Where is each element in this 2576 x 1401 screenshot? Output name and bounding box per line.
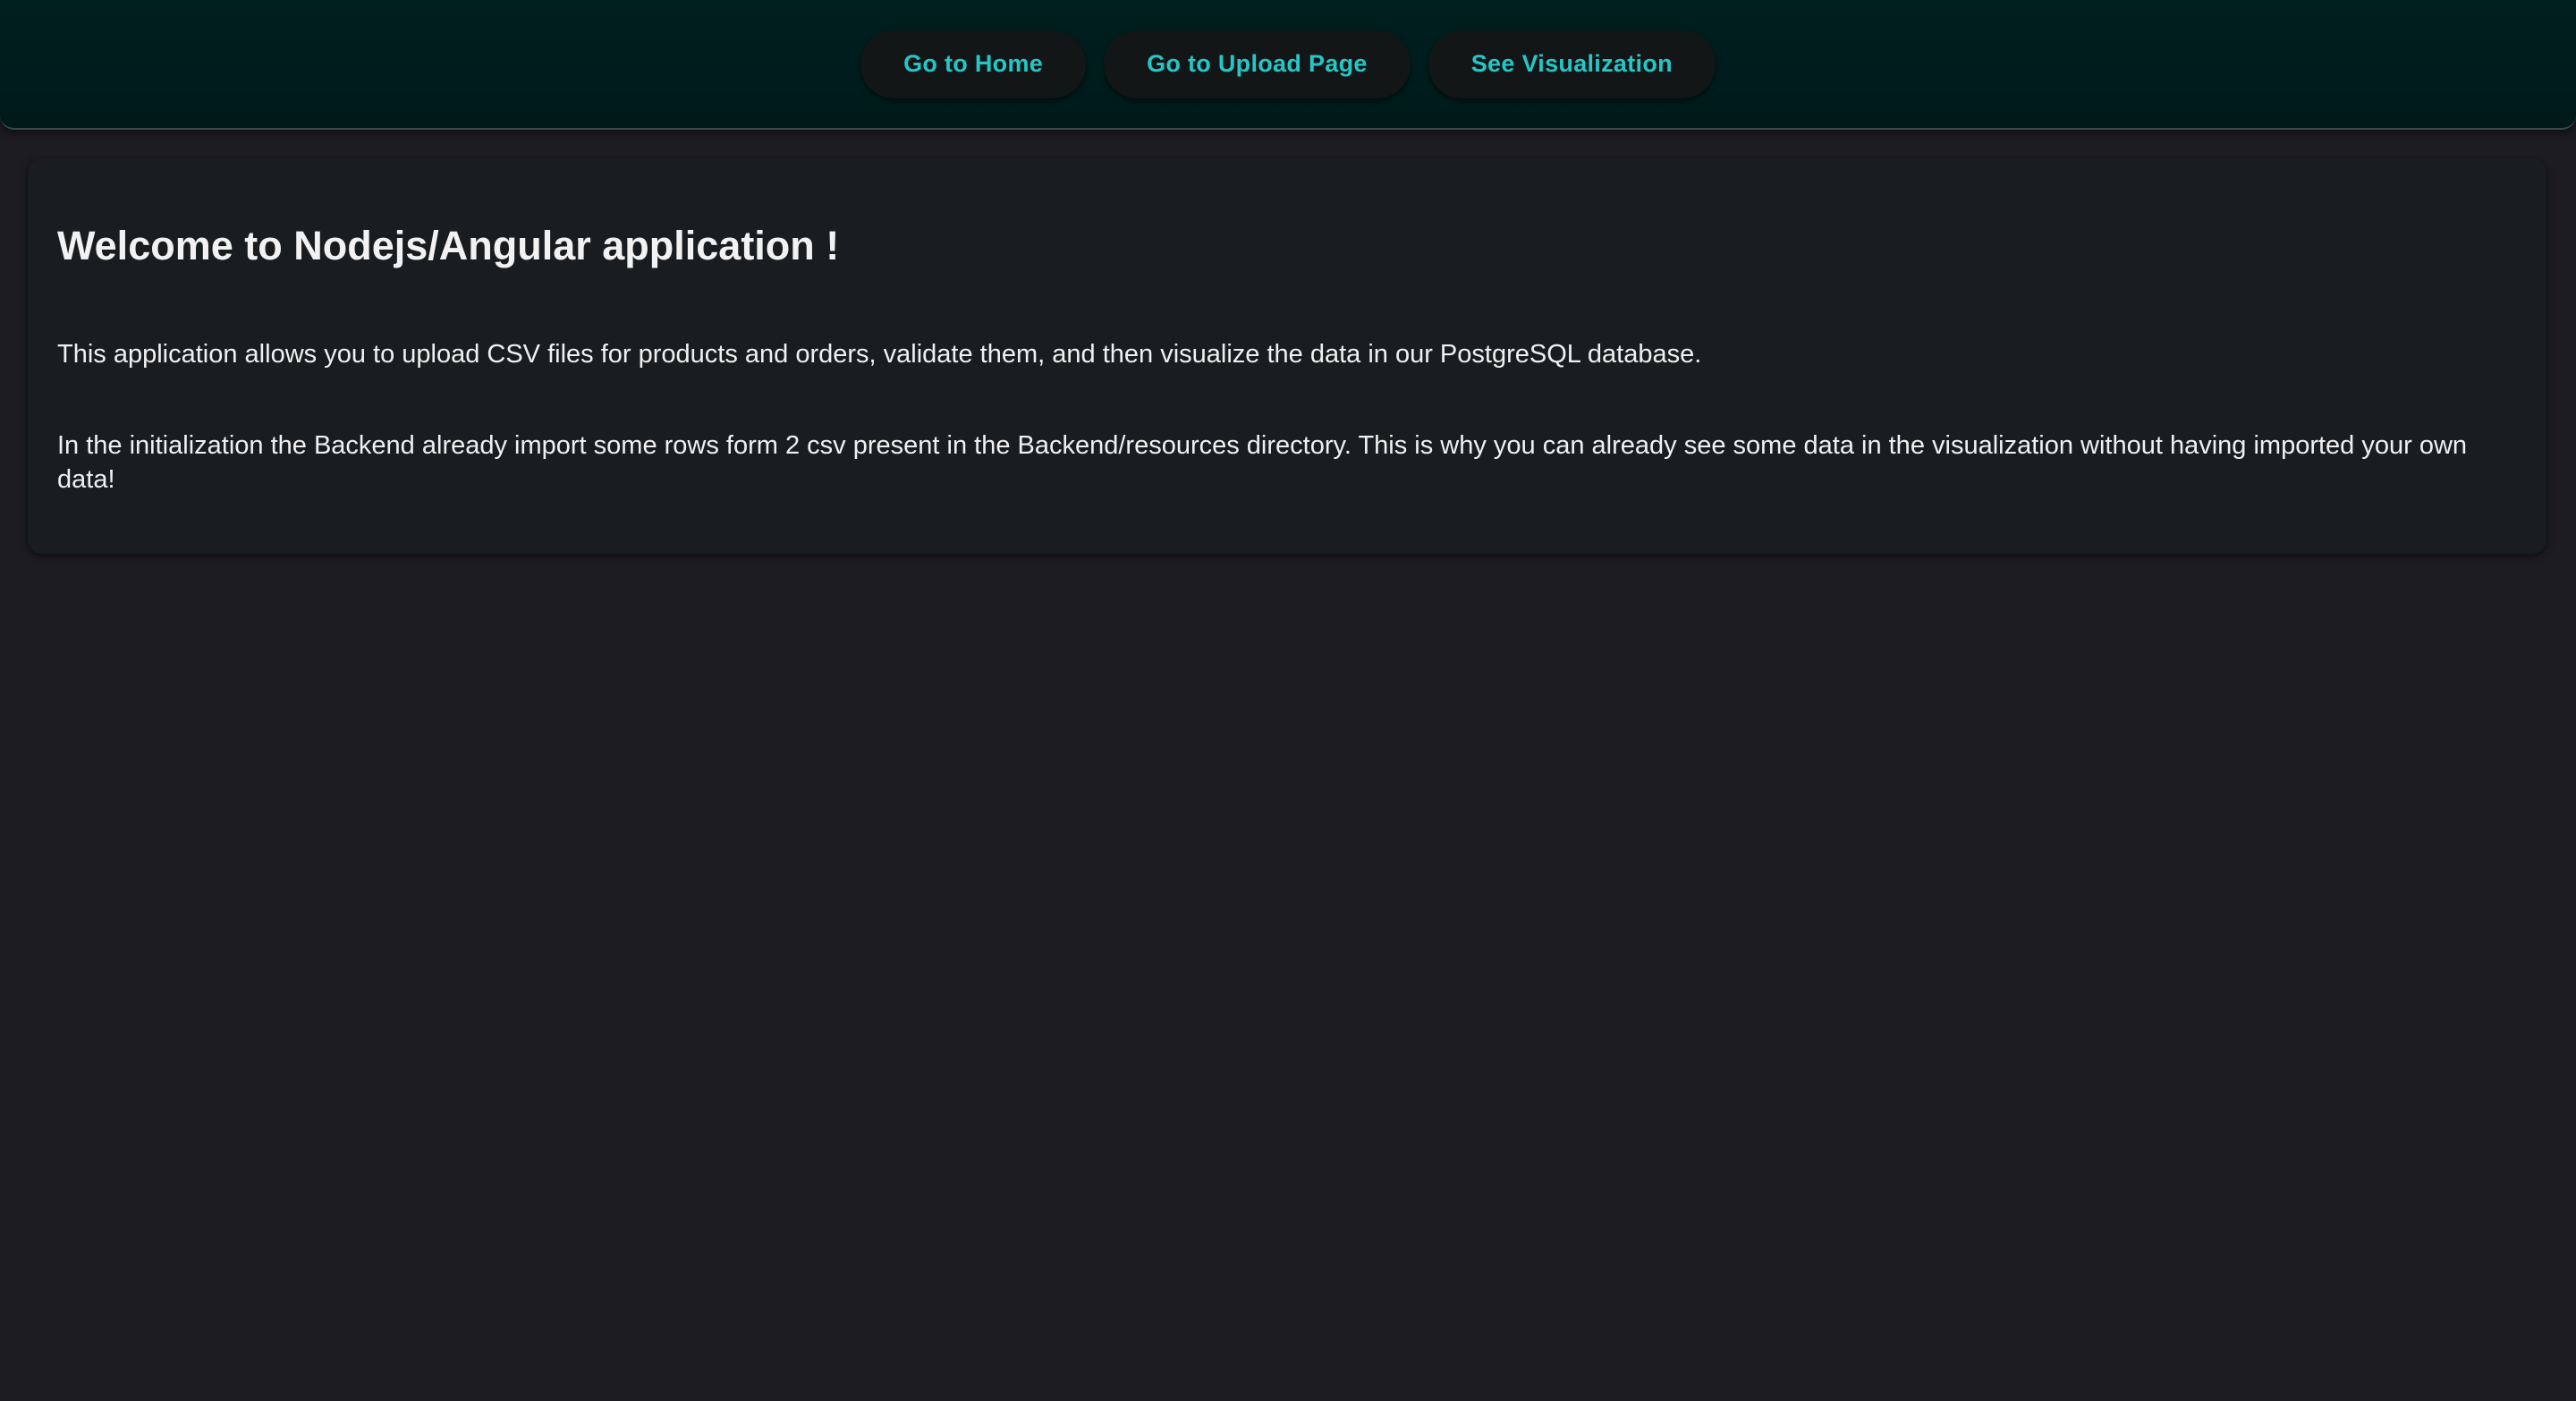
page-title: Welcome to Nodejs/Angular application ! [57,223,840,268]
go-to-home-button[interactable]: Go to Home [860,30,1087,98]
see-visualization-button[interactable]: See Visualization [1428,30,1716,98]
initialization-paragraph: In the initialization the Backend alread… [57,431,2468,494]
top-toolbar: Go to Home Go to Upload Page See Visuali… [0,0,2576,130]
intro-paragraph: This application allows you to upload CS… [57,340,1702,369]
go-to-upload-page-button[interactable]: Go to Upload Page [1104,30,1411,98]
welcome-card: Welcome to Nodejs/Angular application ! … [28,158,2546,554]
